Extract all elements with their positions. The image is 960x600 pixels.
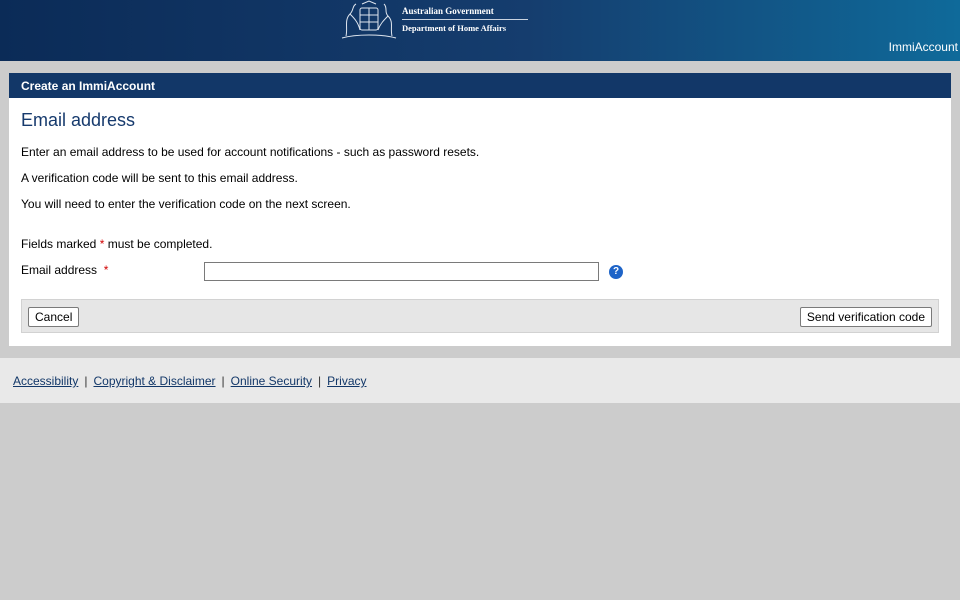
email-required-asterisk: * <box>103 263 109 277</box>
instruction-text-2: A verification code will be sent to this… <box>21 171 298 185</box>
footer-separator: | <box>84 374 88 388</box>
email-input[interactable] <box>204 262 599 281</box>
footer-separator: | <box>221 374 225 388</box>
footer-links: Accessibility | Copyright & Disclaimer | Onl… <box>13 374 367 388</box>
panel-title: Create an ImmiAccount <box>9 73 951 98</box>
button-bar: Cancel Send verification code <box>21 299 939 333</box>
instruction-text-1: Enter an email address to be used for ac… <box>21 145 480 159</box>
footer-separator: | <box>318 374 322 388</box>
coat-of-arms-icon <box>341 0 397 39</box>
email-label: Email address * <box>21 263 108 277</box>
government-wordmark: Australian Government Department of Home… <box>402 6 528 33</box>
footer-link-accessibility[interactable]: Accessibility <box>13 374 78 388</box>
footer-link-online-security[interactable]: Online Security <box>231 374 312 388</box>
immiaccount-brand: ImmiAccount <box>888 40 958 54</box>
fields-note-prefix: Fields marked <box>21 237 100 251</box>
section-heading: Email address <box>21 110 136 130</box>
panel-body: Email address Enter an email address to … <box>9 98 951 346</box>
fields-note-suffix: must be completed. <box>104 237 213 251</box>
email-label-text: Email address <box>21 263 98 277</box>
footer-link-privacy[interactable]: Privacy <box>327 374 366 388</box>
site-footer: Accessibility | Copyright & Disclaimer | Onl… <box>0 358 960 403</box>
gov-line-1: Australian Government <box>402 6 528 20</box>
create-account-panel: Create an ImmiAccount Email address Ente… <box>9 73 951 346</box>
gov-line-2: Department of Home Affairs <box>402 23 507 33</box>
footer-link-copyright[interactable]: Copyright & Disclaimer <box>93 374 215 388</box>
required-fields-note: Fields marked * must be completed. <box>21 237 212 251</box>
instruction-text-3: You will need to enter the verification … <box>21 197 351 211</box>
cancel-button[interactable]: Cancel <box>28 307 80 327</box>
send-verification-code-button[interactable]: Send verification code <box>799 307 932 327</box>
site-header: Australian Government Department of Home… <box>0 0 960 61</box>
help-question-icon[interactable]: ? <box>609 265 623 279</box>
